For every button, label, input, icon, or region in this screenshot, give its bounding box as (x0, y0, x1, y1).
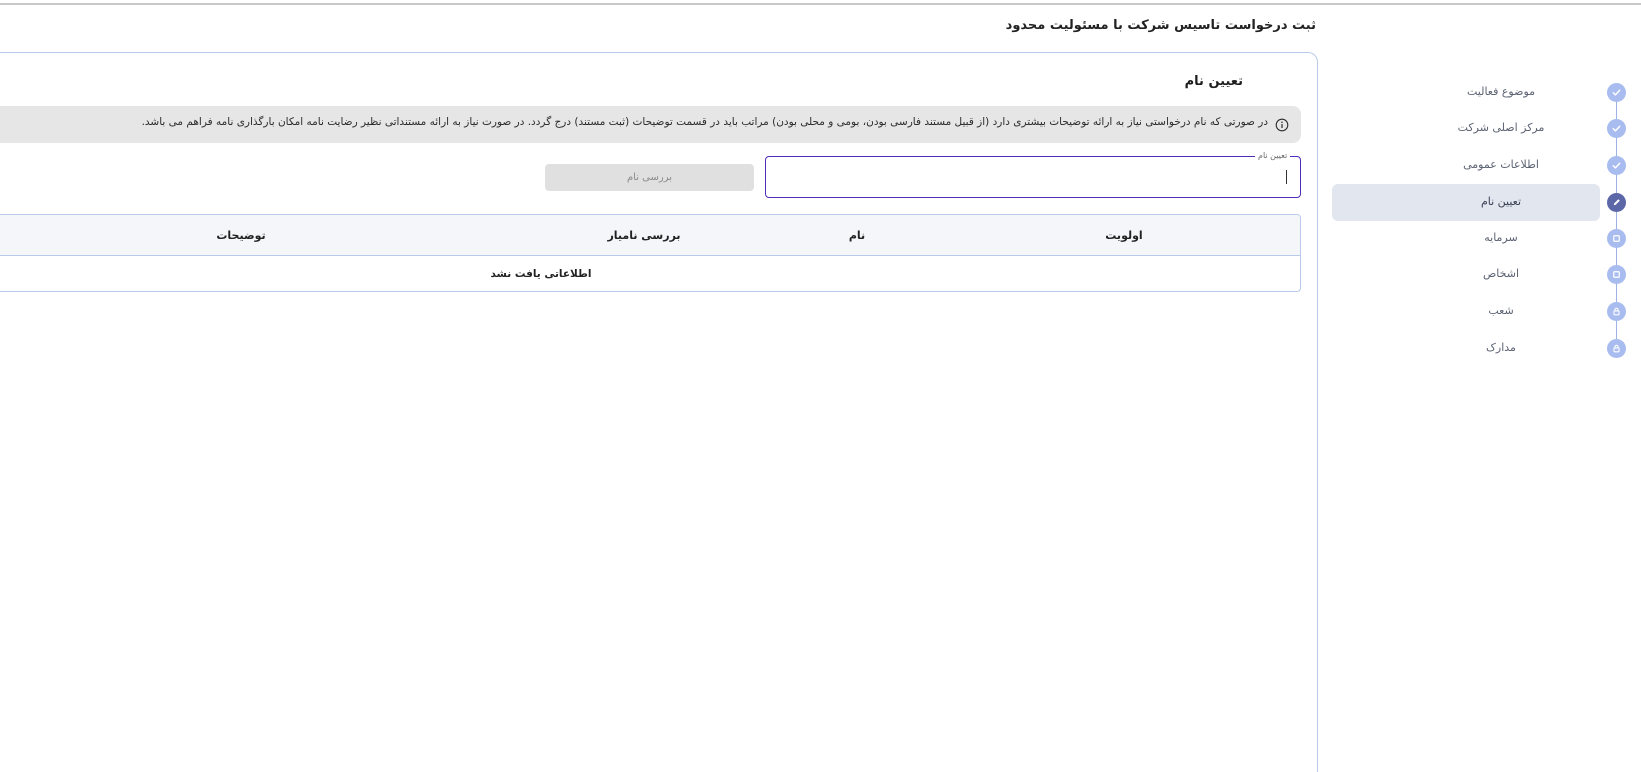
pencil-icon (1607, 193, 1626, 212)
name-field[interactable] (765, 156, 1301, 198)
step-label: سرمایه (1484, 231, 1518, 244)
name-field-label: تعیین نام (1255, 151, 1291, 160)
section-title: تعیین نام (1184, 74, 1243, 89)
table-header: اولویت نام بررسی نامیار توضیحات (0, 215, 1300, 256)
header-check[interactable]: بررسی نامیار (607, 215, 680, 256)
name-input[interactable] (774, 165, 1284, 189)
lock-icon (1607, 339, 1626, 358)
names-table: اولویت نام بررسی نامیار توضیحات اطلاعاتی… (0, 214, 1301, 292)
empty-row: اطلاعاتی یافت نشد (0, 256, 1300, 291)
top-divider (0, 3, 1641, 5)
step-general-info[interactable]: اطلاعات عمومی (1331, 147, 1641, 183)
check-icon (1607, 119, 1626, 138)
info-icon (1275, 117, 1289, 132)
square-icon (1607, 265, 1626, 284)
text-caret (1286, 170, 1287, 184)
stepper-sidebar: موضوع فعالیت مرکز اصلی شرکت اطلاعات عموم… (1331, 74, 1641, 394)
info-text: در صورتی که نام درخواستی نیاز به ارائه ت… (141, 116, 1268, 128)
check-icon (1607, 83, 1626, 102)
empty-message: اطلاعاتی یافت نشد (490, 268, 592, 280)
step-label: مرکز اصلی شرکت (1457, 121, 1545, 134)
lock-icon (1607, 302, 1626, 321)
step-documents[interactable]: مدارک (1331, 330, 1641, 366)
check-icon (1607, 156, 1626, 175)
step-label: مدارک (1486, 341, 1516, 354)
step-label: موضوع فعالیت (1466, 85, 1536, 98)
step-label: اشخاص (1482, 267, 1520, 280)
step-name-selection[interactable]: تعیین نام (1331, 184, 1641, 221)
step-capital[interactable]: سرمایه (1331, 220, 1641, 256)
header-priority[interactable]: اولویت (1105, 215, 1142, 256)
step-main-office[interactable]: مرکز اصلی شرکت (1331, 110, 1641, 146)
step-persons[interactable]: اشخاص (1331, 256, 1641, 292)
header-name[interactable]: نام (849, 215, 865, 256)
square-icon (1607, 229, 1626, 248)
page-title: ثبت درخواست تاسیس شرکت با مسئولیت محدود (1005, 18, 1316, 33)
step-label: شعب (1488, 304, 1514, 317)
header-description[interactable]: توضیحات (216, 215, 265, 256)
step-label: اطلاعات عمومی (1463, 158, 1539, 171)
step-label: تعیین نام (1480, 195, 1522, 208)
step-branches[interactable]: شعب (1331, 293, 1641, 329)
check-name-button[interactable]: بررسی نام (545, 164, 754, 191)
step-activity-subject[interactable]: موضوع فعالیت (1331, 74, 1641, 110)
